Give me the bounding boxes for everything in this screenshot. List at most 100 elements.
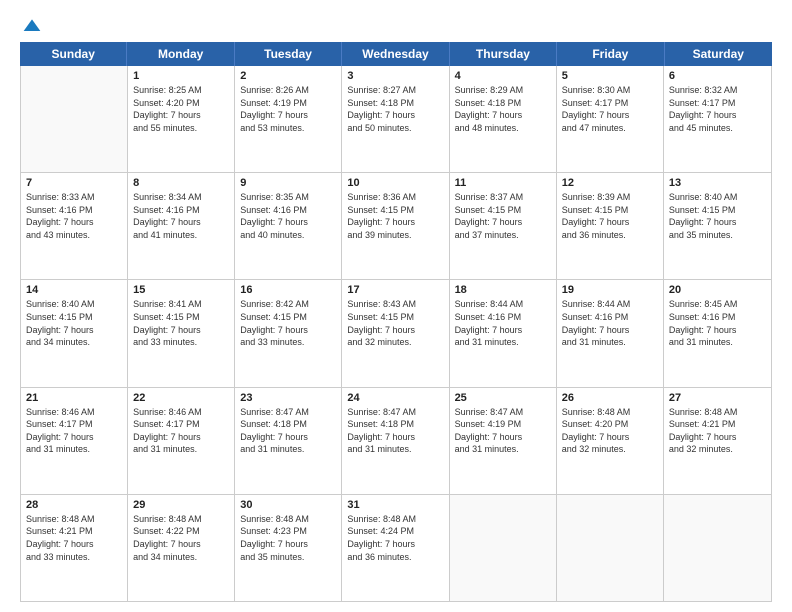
cal-cell: 15 Sunrise: 8:41 AMSunset: 4:15 PMDayligh… — [128, 280, 235, 386]
header-day-friday: Friday — [557, 42, 664, 66]
cal-cell: 28 Sunrise: 8:48 AMSunset: 4:21 PMDayligh… — [21, 495, 128, 601]
day-number: 14 — [26, 284, 122, 296]
cell-info: Sunrise: 8:30 AMSunset: 4:17 PMDaylight:… — [562, 84, 658, 134]
cell-info: Sunrise: 8:45 AMSunset: 4:16 PMDaylight:… — [669, 298, 766, 348]
day-number: 13 — [669, 177, 766, 189]
header-day-sunday: Sunday — [20, 42, 127, 66]
cal-cell: 26 Sunrise: 8:48 AMSunset: 4:20 PMDayligh… — [557, 388, 664, 494]
cell-info: Sunrise: 8:40 AMSunset: 4:15 PMDaylight:… — [26, 298, 122, 348]
cal-cell: 25Sunrise: 8:47 AMSunset: 4:19 PMDayligh… — [450, 388, 557, 494]
header — [20, 16, 772, 32]
day-number: 8 — [133, 177, 229, 189]
cal-cell: 19 Sunrise: 8:44 AMSunset: 4:16 PMDayligh… — [557, 280, 664, 386]
cal-cell: 12 Sunrise: 8:39 AMSunset: 4:15 PMDayligh… — [557, 173, 664, 279]
cal-cell: 9 Sunrise: 8:35 AMSunset: 4:16 PMDaylight… — [235, 173, 342, 279]
day-number: 20 — [669, 284, 766, 296]
day-number: 5 — [562, 70, 658, 82]
header-day-tuesday: Tuesday — [235, 42, 342, 66]
logo — [20, 16, 42, 32]
cal-cell: 27Sunrise: 8:48 AMSunset: 4:21 PMDayligh… — [664, 388, 771, 494]
cell-info: Sunrise: 8:26 AMSunset: 4:19 PMDaylight:… — [240, 84, 336, 134]
cell-info: Sunrise: 8:40 AMSunset: 4:15 PMDaylight:… — [669, 191, 766, 241]
cal-cell: 29Sunrise: 8:48 AMSunset: 4:22 PMDayligh… — [128, 495, 235, 601]
cal-cell: 14 Sunrise: 8:40 AMSunset: 4:15 PMDayligh… — [21, 280, 128, 386]
cell-info: Sunrise: 8:46 AMSunset: 4:17 PMDaylight:… — [26, 406, 122, 456]
cell-info: Sunrise: 8:35 AMSunset: 4:16 PMDaylight:… — [240, 191, 336, 241]
cal-cell: 31Sunrise: 8:48 AMSunset: 4:24 PMDayligh… — [342, 495, 449, 601]
day-number: 18 — [455, 284, 551, 296]
cal-cell — [450, 495, 557, 601]
cell-info: Sunrise: 8:37 AMSunset: 4:15 PMDaylight:… — [455, 191, 551, 241]
day-number: 3 — [347, 70, 443, 82]
cal-cell: 23Sunrise: 8:47 AMSunset: 4:18 PMDayligh… — [235, 388, 342, 494]
day-number: 12 — [562, 177, 658, 189]
day-number: 11 — [455, 177, 551, 189]
day-number: 7 — [26, 177, 122, 189]
cal-cell — [557, 495, 664, 601]
cell-info: Sunrise: 8:48 AMSunset: 4:21 PMDaylight:… — [669, 406, 766, 456]
logo-icon — [22, 16, 42, 36]
cell-info: Sunrise: 8:47 AMSunset: 4:18 PMDaylight:… — [347, 406, 443, 456]
week-row-4: 28 Sunrise: 8:48 AMSunset: 4:21 PMDayligh… — [21, 495, 771, 601]
week-row-1: 7 Sunrise: 8:33 AMSunset: 4:16 PMDaylight… — [21, 173, 771, 280]
day-number: 24 — [347, 392, 443, 404]
calendar: SundayMondayTuesdayWednesdayThursdayFrid… — [20, 42, 772, 602]
cell-info: Sunrise: 8:32 AMSunset: 4:17 PMDaylight:… — [669, 84, 766, 134]
day-number: 1 — [133, 70, 229, 82]
calendar-body: 1Sunrise: 8:25 AMSunset: 4:20 PMDaylight… — [20, 66, 772, 602]
day-number: 26 — [562, 392, 658, 404]
day-number: 22 — [133, 392, 229, 404]
day-number: 28 — [26, 499, 122, 511]
day-number: 30 — [240, 499, 336, 511]
cal-cell: 18Sunrise: 8:44 AMSunset: 4:16 PMDayligh… — [450, 280, 557, 386]
day-number: 17 — [347, 284, 443, 296]
day-number: 4 — [455, 70, 551, 82]
day-number: 6 — [669, 70, 766, 82]
cal-cell — [664, 495, 771, 601]
cell-info: Sunrise: 8:29 AMSunset: 4:18 PMDaylight:… — [455, 84, 551, 134]
cell-info: Sunrise: 8:48 AMSunset: 4:24 PMDaylight:… — [347, 513, 443, 563]
cell-info: Sunrise: 8:48 AMSunset: 4:20 PMDaylight:… — [562, 406, 658, 456]
cal-cell: 21Sunrise: 8:46 AMSunset: 4:17 PMDayligh… — [21, 388, 128, 494]
cell-info: Sunrise: 8:47 AMSunset: 4:19 PMDaylight:… — [455, 406, 551, 456]
header-day-saturday: Saturday — [665, 42, 772, 66]
cell-info: Sunrise: 8:41 AMSunset: 4:15 PMDaylight:… — [133, 298, 229, 348]
cal-cell: 7 Sunrise: 8:33 AMSunset: 4:16 PMDaylight… — [21, 173, 128, 279]
cell-info: Sunrise: 8:44 AMSunset: 4:16 PMDaylight:… — [562, 298, 658, 348]
day-number: 2 — [240, 70, 336, 82]
cell-info: Sunrise: 8:33 AMSunset: 4:16 PMDaylight:… — [26, 191, 122, 241]
week-row-0: 1Sunrise: 8:25 AMSunset: 4:20 PMDaylight… — [21, 66, 771, 173]
cell-info: Sunrise: 8:42 AMSunset: 4:15 PMDaylight:… — [240, 298, 336, 348]
calendar-header: SundayMondayTuesdayWednesdayThursdayFrid… — [20, 42, 772, 66]
cal-cell: 6 Sunrise: 8:32 AMSunset: 4:17 PMDaylight… — [664, 66, 771, 172]
cal-cell: 3 Sunrise: 8:27 AMSunset: 4:18 PMDaylight… — [342, 66, 449, 172]
cal-cell: 2 Sunrise: 8:26 AMSunset: 4:19 PMDaylight… — [235, 66, 342, 172]
cal-cell: 11 Sunrise: 8:37 AMSunset: 4:15 PMDayligh… — [450, 173, 557, 279]
cell-info: Sunrise: 8:48 AMSunset: 4:21 PMDaylight:… — [26, 513, 122, 563]
week-row-3: 21Sunrise: 8:46 AMSunset: 4:17 PMDayligh… — [21, 388, 771, 495]
cal-cell: 13 Sunrise: 8:40 AMSunset: 4:15 PMDayligh… — [664, 173, 771, 279]
cal-cell: 5 Sunrise: 8:30 AMSunset: 4:17 PMDaylight… — [557, 66, 664, 172]
cal-cell — [21, 66, 128, 172]
cal-cell: 10Sunrise: 8:36 AMSunset: 4:15 PMDayligh… — [342, 173, 449, 279]
day-number: 19 — [562, 284, 658, 296]
day-number: 15 — [133, 284, 229, 296]
cal-cell: 20 Sunrise: 8:45 AMSunset: 4:16 PMDayligh… — [664, 280, 771, 386]
header-day-monday: Monday — [127, 42, 234, 66]
day-number: 16 — [240, 284, 336, 296]
page: SundayMondayTuesdayWednesdayThursdayFrid… — [0, 0, 792, 612]
cal-cell: 30 Sunrise: 8:48 AMSunset: 4:23 PMDayligh… — [235, 495, 342, 601]
day-number: 10 — [347, 177, 443, 189]
header-day-wednesday: Wednesday — [342, 42, 449, 66]
cell-info: Sunrise: 8:39 AMSunset: 4:15 PMDaylight:… — [562, 191, 658, 241]
day-number: 29 — [133, 499, 229, 511]
day-number: 23 — [240, 392, 336, 404]
cal-cell: 17 Sunrise: 8:43 AMSunset: 4:15 PMDayligh… — [342, 280, 449, 386]
cal-cell: 4 Sunrise: 8:29 AMSunset: 4:18 PMDaylight… — [450, 66, 557, 172]
cell-info: Sunrise: 8:48 AMSunset: 4:23 PMDaylight:… — [240, 513, 336, 563]
day-number: 9 — [240, 177, 336, 189]
cal-cell: 1Sunrise: 8:25 AMSunset: 4:20 PMDaylight… — [128, 66, 235, 172]
cell-info: Sunrise: 8:43 AMSunset: 4:15 PMDaylight:… — [347, 298, 443, 348]
cell-info: Sunrise: 8:27 AMSunset: 4:18 PMDaylight:… — [347, 84, 443, 134]
header-day-thursday: Thursday — [450, 42, 557, 66]
